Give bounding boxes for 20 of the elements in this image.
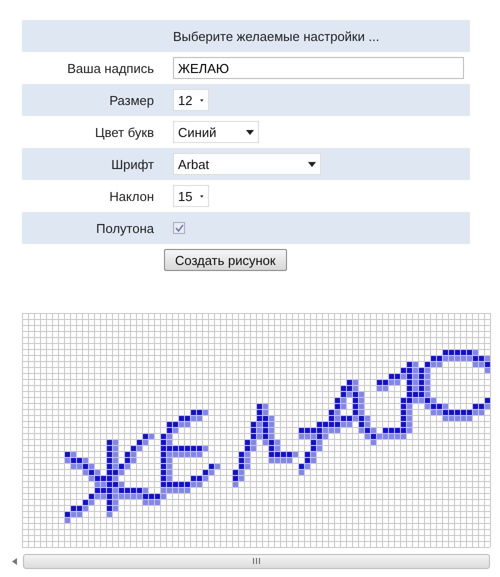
scroll-left-icon[interactable]	[12, 558, 17, 564]
grip-icon	[253, 558, 260, 564]
caret-icon	[246, 130, 254, 134]
horizontal-scrollbar[interactable]	[23, 554, 490, 568]
caret-icon	[200, 194, 204, 198]
caret-icon	[200, 98, 204, 102]
form-heading: Выберите желаемые настройки ...	[173, 28, 380, 44]
dropdown[interactable]: Синий	[173, 121, 259, 143]
caret-icon	[308, 162, 316, 166]
dropdown[interactable]: 15	[173, 185, 209, 207]
dropdown[interactable]: Arbat	[173, 153, 321, 175]
field-label: Размер	[109, 92, 154, 108]
field-label: Шрифт	[111, 156, 154, 172]
field-label: Цвет букв	[95, 124, 154, 140]
field-label: Наклон	[109, 188, 154, 204]
dropdown[interactable]: 12	[173, 89, 209, 111]
create-button[interactable]: Создать рисунок	[164, 249, 287, 271]
field-label: Полутона	[96, 220, 154, 236]
text-input-field[interactable]: ЖЕЛАЮ	[173, 57, 464, 79]
field-label: Ваша надпись	[67, 60, 154, 76]
